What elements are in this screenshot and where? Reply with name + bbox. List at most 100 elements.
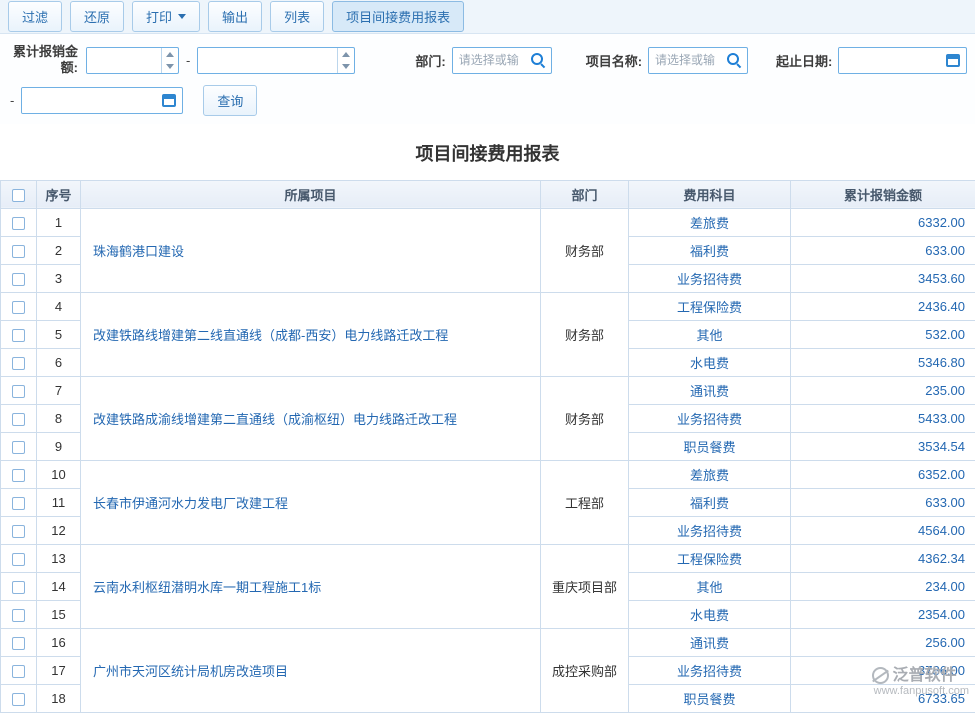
search-icon[interactable]	[726, 52, 742, 68]
list-button[interactable]: 列表	[270, 1, 324, 32]
page-title: 项目间接费用报表	[0, 124, 975, 180]
row-checkbox-cell	[1, 376, 37, 404]
project-cell[interactable]: 改建铁路线增建第二线直通线（成都-西安）电力线路迁改工程	[81, 292, 541, 376]
row-checkbox[interactable]	[12, 581, 25, 594]
spinner-down-icon[interactable]	[162, 60, 178, 73]
export-button[interactable]: 输出	[208, 1, 262, 32]
amount-max-spinner	[337, 48, 354, 73]
row-checkbox[interactable]	[12, 665, 25, 678]
row-checkbox[interactable]	[12, 553, 25, 566]
amount-max-stepper	[197, 47, 355, 74]
project-cell[interactable]: 长春市伊通河水力发电厂改建工程	[81, 460, 541, 544]
date-start-input[interactable]	[839, 48, 944, 73]
row-checkbox[interactable]	[12, 385, 25, 398]
project-cell[interactable]: 珠海鹤港口建设	[81, 208, 541, 292]
project-cell[interactable]: 云南水利枢纽潜明水库一期工程施工1标	[81, 544, 541, 628]
watermark: 泛普软件 www.fanpusoft.com	[872, 666, 969, 698]
row-checkbox[interactable]	[12, 413, 25, 426]
amount-range-label: 累计报销金额:	[8, 44, 78, 77]
row-checkbox[interactable]	[12, 469, 25, 482]
filter-row-1: 累计报销金额: - 部门: 项目名称:	[0, 40, 975, 81]
row-checkbox[interactable]	[12, 637, 25, 650]
amount-max-input[interactable]	[198, 48, 337, 73]
watermark-url: www.fanpusoft.com	[872, 685, 969, 698]
query-button[interactable]: 查询	[203, 85, 257, 116]
row-checkbox-cell	[1, 404, 37, 432]
tab-indirect-expense-report[interactable]: 项目间接费用报表	[332, 1, 464, 32]
amount-min-input[interactable]	[87, 48, 161, 73]
range-separator: -	[10, 93, 14, 108]
row-number: 10	[37, 460, 81, 488]
expense-subject-cell[interactable]: 工程保险费	[629, 292, 791, 320]
row-checkbox-cell	[1, 544, 37, 572]
department-cell: 财务部	[541, 292, 629, 376]
select-all-checkbox[interactable]	[12, 189, 25, 202]
expense-subject-cell[interactable]: 水电费	[629, 600, 791, 628]
spinner-down-icon[interactable]	[338, 60, 354, 73]
expense-subject-cell[interactable]: 职员餐费	[629, 432, 791, 460]
row-number: 4	[37, 292, 81, 320]
project-name-field	[648, 47, 748, 74]
amount-cell: 3534.54	[791, 432, 975, 460]
row-number: 14	[37, 572, 81, 600]
row-checkbox-cell	[1, 572, 37, 600]
amount-min-spinner	[161, 48, 178, 73]
row-checkbox[interactable]	[12, 441, 25, 454]
calendar-icon[interactable]	[162, 94, 176, 107]
project-cell[interactable]: 改建铁路成渝线增建第二直通线（成渝枢纽）电力线路迁改工程	[81, 376, 541, 460]
amount-cell: 256.00	[791, 628, 975, 656]
date-end-input[interactable]	[22, 88, 160, 113]
expense-subject-cell[interactable]: 通讯费	[629, 628, 791, 656]
row-checkbox-cell	[1, 460, 37, 488]
row-checkbox[interactable]	[12, 609, 25, 622]
project-name-label: 项目名称:	[586, 51, 642, 70]
expense-subject-cell[interactable]: 水电费	[629, 348, 791, 376]
expense-subject-cell[interactable]: 通讯费	[629, 376, 791, 404]
expense-subject-cell[interactable]: 福利费	[629, 236, 791, 264]
restore-button[interactable]: 还原	[70, 1, 124, 32]
row-checkbox[interactable]	[12, 301, 25, 314]
row-checkbox[interactable]	[12, 217, 25, 230]
row-checkbox[interactable]	[12, 245, 25, 258]
search-icon[interactable]	[530, 52, 546, 68]
department-field	[452, 47, 552, 74]
row-checkbox-cell	[1, 236, 37, 264]
table-row: 4改建铁路线增建第二线直通线（成都-西安）电力线路迁改工程财务部工程保险费243…	[1, 292, 975, 320]
expense-subject-cell[interactable]: 其他	[629, 572, 791, 600]
row-checkbox[interactable]	[12, 329, 25, 342]
row-checkbox[interactable]	[12, 273, 25, 286]
chevron-down-icon	[178, 14, 186, 19]
expense-subject-cell[interactable]: 福利费	[629, 488, 791, 516]
print-button[interactable]: 打印	[132, 1, 200, 32]
expense-subject-cell[interactable]: 职员餐费	[629, 684, 791, 712]
expense-subject-cell[interactable]: 业务招待费	[629, 404, 791, 432]
row-checkbox-cell	[1, 432, 37, 460]
calendar-icon[interactable]	[946, 54, 960, 67]
date-end-field	[21, 87, 183, 114]
expense-subject-cell[interactable]: 业务招待费	[629, 516, 791, 544]
expense-subject-cell[interactable]: 差旅费	[629, 208, 791, 236]
expense-subject-cell[interactable]: 业务招待费	[629, 656, 791, 684]
project-name-input[interactable]	[649, 48, 724, 73]
expense-subject-cell[interactable]: 差旅费	[629, 460, 791, 488]
row-checkbox[interactable]	[12, 693, 25, 706]
amount-cell: 6352.00	[791, 460, 975, 488]
filter-button[interactable]: 过滤	[8, 1, 62, 32]
date-start-field	[838, 47, 967, 74]
row-checkbox[interactable]	[12, 357, 25, 370]
row-checkbox-cell	[1, 488, 37, 516]
spinner-up-icon[interactable]	[162, 48, 178, 61]
header-checkbox-cell	[1, 180, 37, 208]
spinner-up-icon[interactable]	[338, 48, 354, 61]
row-checkbox[interactable]	[12, 497, 25, 510]
department-cell: 重庆项目部	[541, 544, 629, 628]
expense-subject-cell[interactable]: 工程保险费	[629, 544, 791, 572]
project-cell[interactable]: 广州市天河区统计局机房改造项目	[81, 628, 541, 712]
department-input[interactable]	[453, 48, 528, 73]
expense-subject-cell[interactable]: 其他	[629, 320, 791, 348]
expense-subject-cell[interactable]: 业务招待费	[629, 264, 791, 292]
row-checkbox-cell	[1, 292, 37, 320]
row-checkbox[interactable]	[12, 525, 25, 538]
app-window: 过滤 还原 打印 输出 列表 项目间接费用报表 累计报销金额: -	[0, 0, 975, 724]
row-number: 6	[37, 348, 81, 376]
